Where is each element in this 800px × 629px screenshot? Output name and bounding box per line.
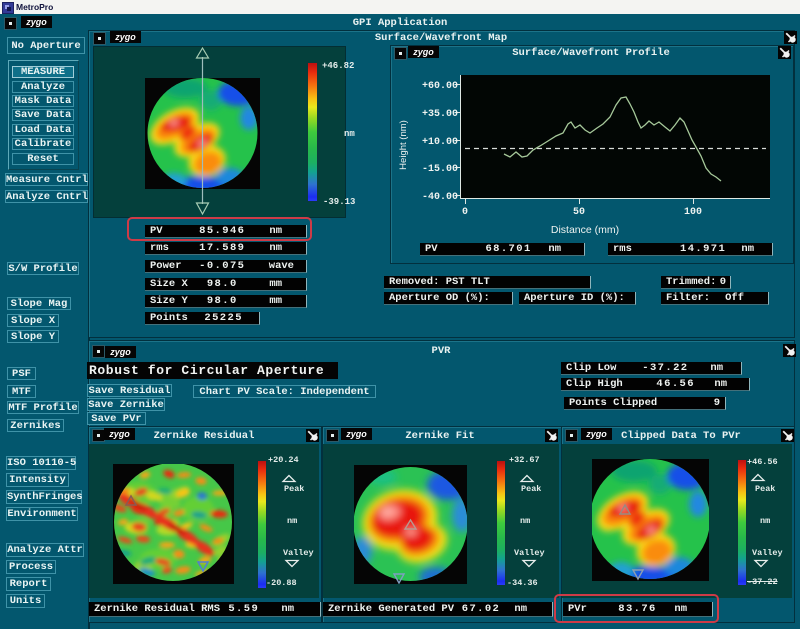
svg-text:+35.00: +35.00 (422, 109, 458, 120)
svg-text:Distance (mm): Distance (mm) (551, 224, 619, 236)
svg-text:+60.00: +60.00 (422, 81, 458, 92)
svg-text:50: 50 (573, 207, 585, 218)
svg-text:-15.00: -15.00 (422, 164, 458, 175)
svg-text:+10.00: +10.00 (422, 137, 458, 148)
svg-text:Height (nm): Height (nm) (398, 120, 409, 170)
svg-text:0: 0 (462, 207, 468, 218)
svg-text:100: 100 (684, 207, 702, 218)
svg-text:-40.00: -40.00 (422, 192, 458, 203)
